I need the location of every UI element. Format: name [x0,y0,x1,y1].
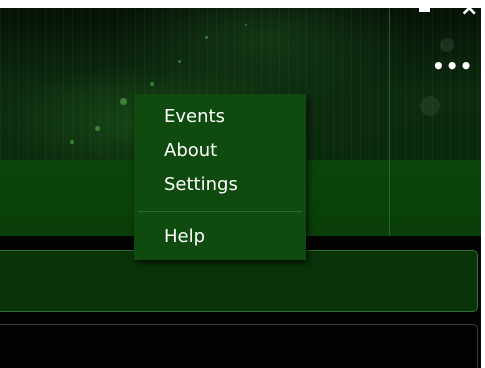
dropdown-menu: Events About Settings Help [134,94,306,260]
list-row[interactable] [0,324,478,368]
menu-item-about[interactable]: About [164,140,217,162]
particle [150,82,154,86]
menu-item-events[interactable]: Events [164,106,225,128]
app-window: × ••• Events About Settings Help [0,8,481,368]
menu-separator [138,211,302,212]
ellipsis-icon: ••• [432,54,474,78]
particle [120,98,127,105]
particle [205,36,208,39]
particle [178,60,181,63]
particle [440,38,454,52]
close-button[interactable]: × [460,8,478,20]
menu-item-help[interactable]: Help [164,226,205,248]
divider [389,8,390,236]
more-options-button[interactable]: ••• [432,56,472,76]
particle [245,24,247,26]
menu-item-settings[interactable]: Settings [164,174,238,196]
particle [70,140,74,144]
close-icon: × [460,8,479,21]
minimize-button[interactable] [418,8,432,18]
particle [95,126,100,131]
particle [420,96,440,116]
